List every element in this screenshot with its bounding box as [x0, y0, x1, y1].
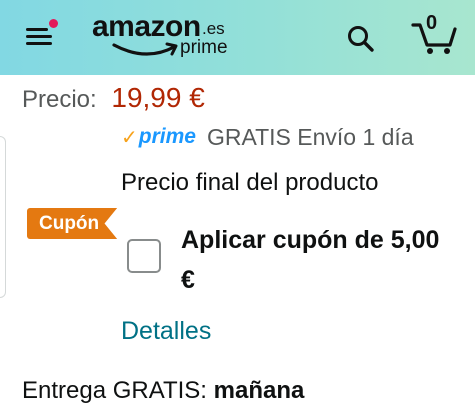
final-price-note: Precio final del producto	[121, 169, 379, 196]
coupon-checkbox[interactable]	[127, 239, 161, 273]
delivery-info: Entrega GRATIS: mañana	[22, 374, 304, 408]
cart-count: 0	[426, 12, 438, 34]
app-header: amazon .es prime 0	[0, 0, 475, 75]
price-label: Precio:	[22, 86, 97, 113]
prime-shipping-row: ✓ prime GRATIS Envío 1 día	[121, 122, 414, 152]
price-value: 19,99 €	[111, 82, 205, 113]
logo-prime: prime	[180, 37, 228, 58]
amazon-smile-icon	[112, 42, 178, 56]
search-icon	[348, 26, 374, 52]
prime-shipping-text: GRATIS Envío 1 día	[206, 123, 414, 150]
notification-dot	[49, 19, 58, 28]
image-carousel-edge	[0, 136, 6, 298]
cart-button[interactable]: 0	[410, 12, 458, 56]
search-button[interactable]	[344, 22, 378, 54]
logo-tld: .es	[202, 19, 225, 38]
prime-badge: prime	[138, 125, 196, 148]
prime-check-icon: ✓	[121, 126, 138, 149]
hamburger-menu-icon[interactable]	[26, 19, 58, 47]
coupon-label[interactable]: Aplicar cupón de 5,00 €	[181, 220, 441, 300]
amazon-prime-logo[interactable]: amazon .es prime	[92, 10, 228, 60]
coupon-badge: Cupón	[27, 208, 118, 239]
delivery-day: mañana	[213, 377, 305, 404]
price-row: Precio: 19,99 €	[22, 82, 205, 116]
delivery-prefix: Entrega GRATIS:	[22, 377, 207, 404]
coupon-details-link[interactable]: Detalles	[121, 314, 211, 348]
